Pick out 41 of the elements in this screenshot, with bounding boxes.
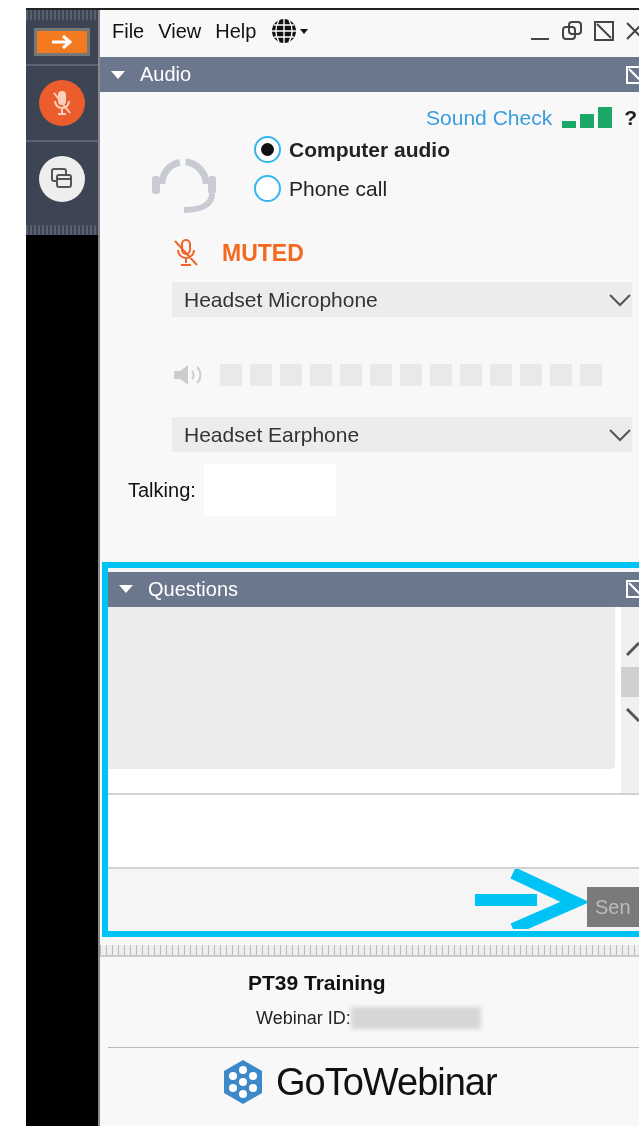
questions-header[interactable]: Questions <box>108 572 639 607</box>
audio-header[interactable]: Audio <box>100 57 639 92</box>
radio-option[interactable]: Computer audio <box>254 136 450 163</box>
mute-status: MUTED <box>222 239 304 267</box>
talking-label: Talking: <box>128 478 196 502</box>
splitter-grip[interactable] <box>100 945 639 957</box>
speaker-dropdown[interactable]: Headset Earphone <box>172 417 632 452</box>
signal-bars-icon <box>562 107 615 129</box>
radio-option[interactable]: Phone call <box>254 175 450 202</box>
webinar-id-label: Webinar ID: <box>256 1007 351 1029</box>
help-button[interactable]: ? <box>624 106 637 130</box>
arrow-icon <box>49 34 75 50</box>
popout-icon[interactable] <box>625 579 639 600</box>
chevron-down-icon <box>608 427 632 442</box>
popout-icon[interactable] <box>625 64 639 85</box>
muted-microphone-icon <box>50 89 74 117</box>
radio-button[interactable] <box>254 175 281 202</box>
microphone-dropdown[interactable]: Headset Microphone <box>172 282 632 317</box>
panel-title: Audio <box>140 63 192 86</box>
question-input[interactable] <box>108 795 639 869</box>
close-icon[interactable] <box>625 20 639 42</box>
grip-strip <box>26 10 98 20</box>
brand-logo-text: GoToWebinar <box>276 1060 497 1104</box>
scroll-thumb[interactable] <box>621 666 639 697</box>
scrollbar[interactable] <box>621 606 639 794</box>
muted-microphone-icon <box>172 238 200 268</box>
menu-item[interactable]: Help <box>213 19 259 43</box>
collapse-button[interactable] <box>34 28 90 56</box>
grip-strip <box>26 225 98 235</box>
language-icon[interactable] <box>270 17 311 45</box>
restore-icon[interactable] <box>561 20 583 42</box>
webinar-title: PT39 Training <box>248 971 386 995</box>
menu-item[interactable]: File <box>110 19 147 43</box>
screen-button[interactable] <box>39 156 85 202</box>
panel-title: Questions <box>148 577 239 601</box>
pointer-arrow-icon <box>475 869 587 929</box>
mute-button[interactable] <box>39 80 85 126</box>
chevron-down-icon <box>608 292 632 307</box>
maximize-icon[interactable] <box>593 20 615 42</box>
menu-item[interactable]: View <box>156 19 204 43</box>
radio-button[interactable] <box>254 136 281 163</box>
